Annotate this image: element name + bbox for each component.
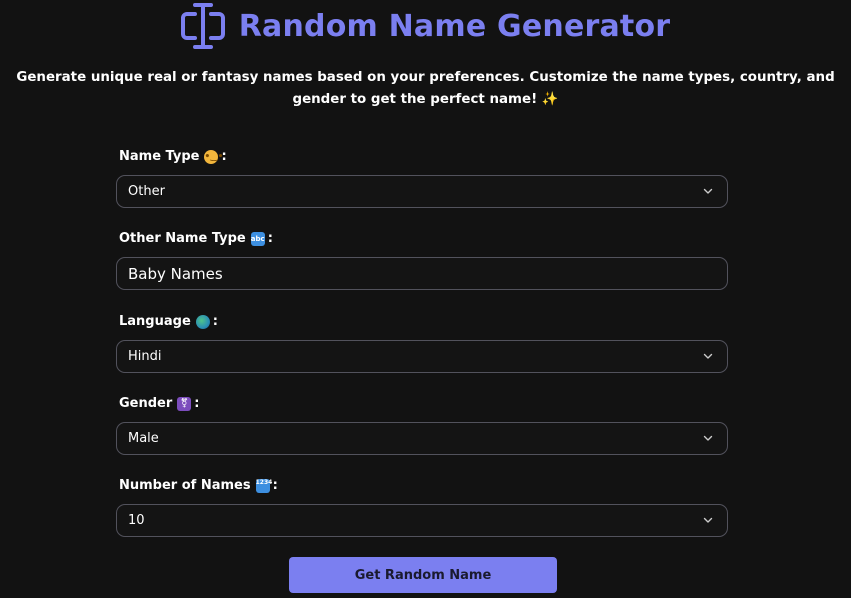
input-numbers-emoji-icon: 1234 <box>255 478 272 493</box>
language-label: Language : <box>119 314 218 329</box>
number-of-names-select[interactable]: 10 <box>116 504 728 537</box>
language-label-text: Language <box>119 314 191 329</box>
name-type-colon: : <box>221 149 227 164</box>
number-of-names-label-text: Number of Names <box>119 478 251 493</box>
header: Random Name Generator <box>0 0 851 52</box>
other-name-type-colon: : <box>267 231 273 246</box>
language-colon: : <box>212 314 218 329</box>
other-name-type-input-value: Baby Names <box>128 264 223 283</box>
gender-label: Gender ⚧ : <box>119 396 199 411</box>
name-type-select-value: Other <box>128 184 165 199</box>
page: Random Name Generator Generate unique re… <box>0 0 851 598</box>
abc-emoji-icon: abc <box>250 231 265 246</box>
gender-label-text: Gender <box>119 396 173 411</box>
page-description: Generate unique real or fantasy names ba… <box>16 70 835 107</box>
number-of-names-colon: : <box>272 478 278 493</box>
number-of-names-label: Number of Names 1234 : <box>119 478 278 493</box>
text-cursor-input-icon <box>180 3 225 49</box>
transgender-symbol-emoji-icon: ⚧ <box>177 396 192 411</box>
page-title: Random Name Generator <box>238 8 671 44</box>
gender-select-value: Male <box>128 431 159 446</box>
name-type-label-text: Name Type <box>119 149 200 164</box>
number-of-names-select-value: 10 <box>128 513 145 528</box>
name-type-select[interactable]: Other <box>116 175 728 208</box>
chevron-down-icon <box>703 517 713 523</box>
other-name-type-label-text: Other Name Type <box>119 231 246 246</box>
gender-select[interactable]: Male <box>116 422 728 455</box>
name-type-label: Name Type •‿• : <box>119 149 227 164</box>
thinking-face-emoji-icon: •‿• <box>204 149 224 164</box>
globe-emoji-icon <box>195 314 210 329</box>
get-random-name-button[interactable]: Get Random Name <box>289 557 557 593</box>
language-select-value: Hindi <box>128 349 162 364</box>
gender-colon: : <box>194 396 200 411</box>
chevron-down-icon <box>703 188 713 194</box>
chevron-down-icon <box>703 353 713 359</box>
language-select[interactable]: Hindi <box>116 340 728 373</box>
other-name-type-input[interactable]: Baby Names <box>116 257 728 290</box>
other-name-type-label: Other Name Type abc : <box>119 231 273 246</box>
chevron-down-icon <box>703 435 713 441</box>
